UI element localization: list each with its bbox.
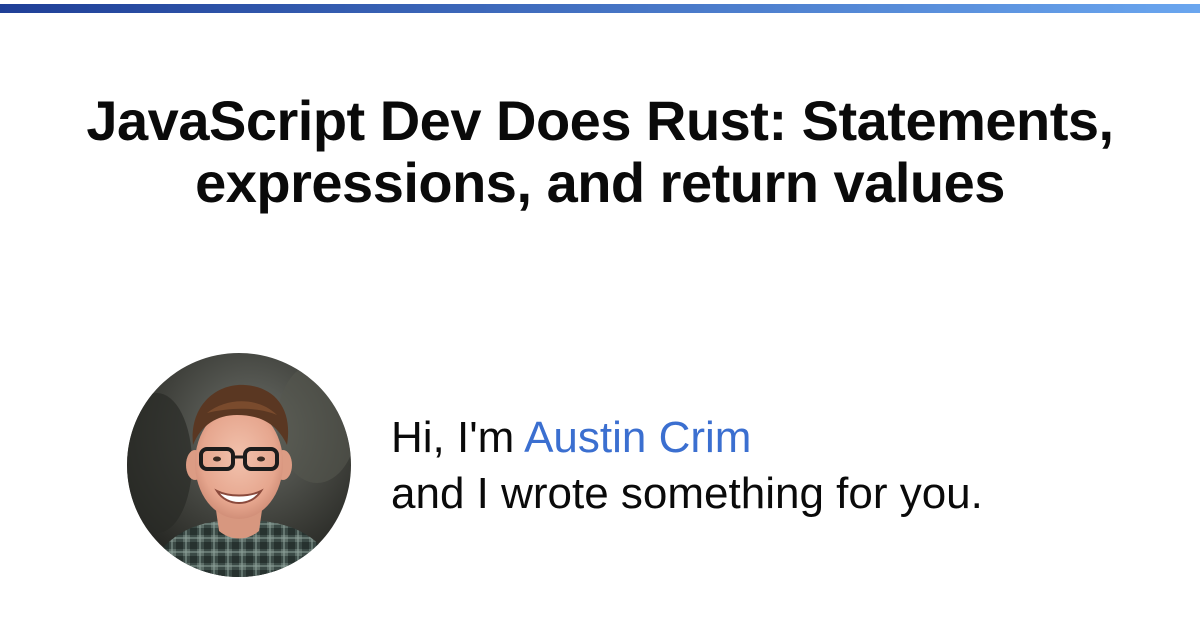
title-line-1: JavaScript Dev Does Rust: Statements,	[86, 89, 1114, 152]
author-intro: Hi, I'm Austin Crim and I wrote somethin…	[391, 410, 983, 522]
author-name: Austin Crim	[524, 413, 752, 462]
greeting-line: Hi, I'm Austin Crim	[391, 410, 983, 466]
title-line-2: expressions, and return values	[195, 151, 1005, 214]
page-title: JavaScript Dev Does Rust: Statements, ex…	[0, 90, 1200, 214]
greeting-text: Hi, I'm	[391, 413, 515, 462]
author-avatar	[127, 353, 351, 577]
top-accent-bar	[0, 0, 1200, 13]
tagline-text: and I wrote something for you.	[391, 469, 983, 518]
